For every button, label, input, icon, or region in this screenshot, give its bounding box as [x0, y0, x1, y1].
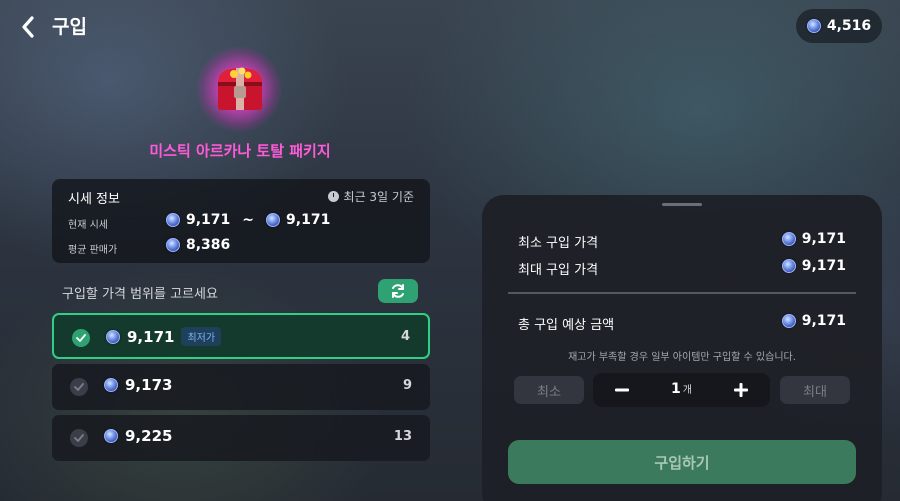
coin-icon [266, 213, 281, 227]
min-price-label: 최소 구입 가격 [518, 236, 599, 251]
check-icon [70, 378, 88, 396]
max-quantity-button[interactable]: 최대 [780, 376, 850, 404]
coin-icon [166, 213, 180, 227]
option-qty: 4 [400, 329, 410, 344]
price-option-3[interactable]: 9,225 13 [52, 415, 430, 461]
current-price-range: 9,171 ~ 9,171 [166, 212, 330, 228]
average-price-value: 8,386 [186, 237, 231, 253]
purchase-panel: 최소 구입 가격 9,171 최대 구입 가격 9,171 총 구입 예상 금액… [482, 195, 882, 501]
total-price-amount: 9,171 [801, 313, 846, 329]
option-price-value: 9,171 [127, 327, 175, 346]
coin-icon [806, 19, 821, 33]
coin-icon [104, 378, 118, 392]
check-icon [70, 429, 88, 447]
clock-icon [327, 191, 339, 202]
total-price-label: 총 구입 예상 금액 [518, 318, 615, 333]
price-basis-text: 최근 3일 기준 [343, 190, 414, 204]
range-separator: ~ [242, 212, 255, 228]
average-price-label: 평균 판매가 [68, 245, 118, 256]
quantity-value: 1 [671, 381, 681, 397]
current-price-label: 현재 시세 [68, 220, 108, 231]
current-price-max: 9,171 [286, 212, 331, 228]
price-option-2[interactable]: 9,173 9 [52, 364, 430, 410]
coin-icon [781, 259, 796, 273]
max-price-label: 최대 구입 가격 [518, 263, 599, 278]
price-basis: 최근 3일 기준 [327, 188, 414, 205]
buy-button[interactable]: 구입하기 [508, 440, 856, 484]
option-price-value: 9,173 [125, 376, 173, 394]
option-price: 9,225 [104, 427, 172, 445]
quantity-unit: 개 [682, 385, 692, 396]
option-price: 9,171 최저가 [106, 327, 222, 346]
range-label: 구입할 가격 범위를 고르세요 [62, 287, 218, 302]
min-quantity-button[interactable]: 최소 [514, 376, 584, 404]
increase-button[interactable] [728, 377, 754, 403]
current-price-min: 9,171 [186, 212, 231, 228]
item-name: 미스틱 아르카나 토탈 패키지 [149, 142, 331, 160]
price-info-card: 시세 정보 최근 3일 기준 현재 시세 9,171 ~ 9,171 평균 판매… [52, 179, 430, 263]
back-button[interactable] [16, 14, 40, 40]
min-price-value: 9,171 [781, 231, 846, 247]
max-price-value: 9,171 [781, 258, 846, 274]
balance-value: 4,516 [826, 18, 872, 34]
coin-icon [781, 314, 796, 328]
price-option-1[interactable]: 9,171 최저가 4 [52, 313, 430, 359]
plus-icon [734, 383, 748, 397]
check-icon [72, 329, 90, 347]
quantity-stepper: 1개 [593, 373, 770, 407]
chevron-left-icon [22, 16, 34, 38]
option-price: 9,173 [104, 376, 172, 394]
coin-icon [106, 329, 120, 344]
total-price-value: 9,171 [781, 313, 846, 329]
coin-icon [781, 232, 796, 246]
price-info-title: 시세 정보 [68, 192, 120, 207]
option-qty: 9 [402, 378, 412, 393]
coin-icon [166, 238, 180, 252]
option-qty: 13 [393, 429, 412, 444]
min-price-amount: 9,171 [801, 231, 846, 247]
drag-handle[interactable] [662, 203, 702, 206]
page-title: 구입 [52, 16, 87, 38]
lowest-price-badge: 최저가 [181, 327, 222, 346]
stock-notice: 재고가 부족할 경우 일부 아이템만 구입할 수 있습니다. [568, 352, 796, 363]
max-price-amount: 9,171 [801, 258, 846, 274]
divider [508, 292, 856, 294]
currency-balance: 4,516 [796, 9, 882, 43]
treasure-chest-icon [218, 67, 262, 110]
option-price-value: 9,225 [125, 427, 173, 445]
refresh-icon [392, 284, 404, 298]
refresh-button[interactable] [378, 279, 418, 303]
average-price: 8,386 [166, 237, 230, 253]
coin-icon [104, 429, 118, 443]
